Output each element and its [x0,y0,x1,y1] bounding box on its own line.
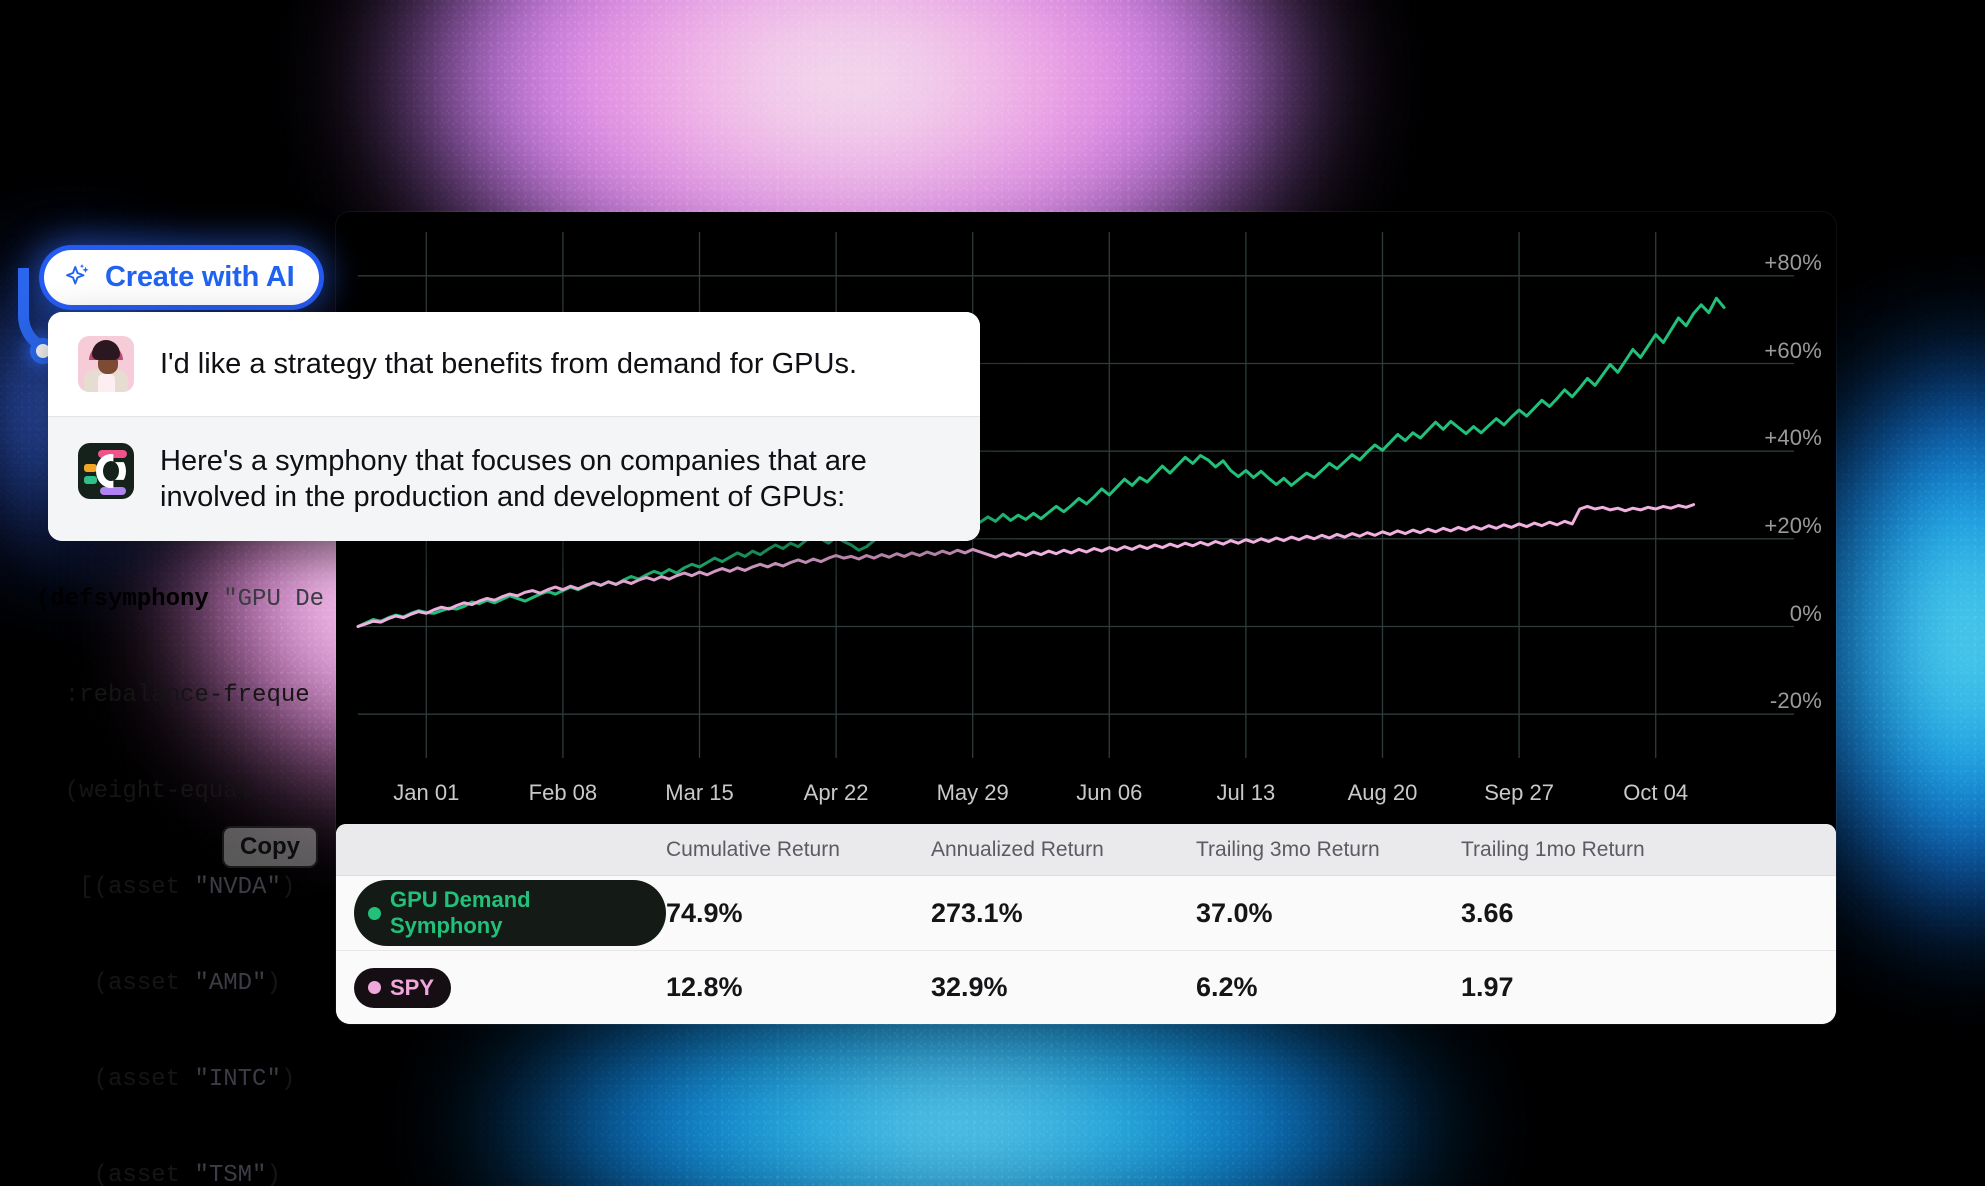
chat-message-assistant: Here's a symphony that focuses on compan… [48,416,980,541]
x-axis-tick-label: Feb 08 [528,780,598,805]
screenshot-stage: (defsymphony "GPU De :rebalance-freque (… [0,0,1985,1186]
y-axis-tick-label: +40% [1764,425,1822,451]
cell-annualized-return: 273.1% [931,897,1023,928]
assistant-message-text: Here's a symphony that focuses on compan… [160,445,867,513]
x-axis-tick-label: Aug 20 [1347,780,1418,805]
table-row[interactable]: SPY 12.8% 32.9% 6.2% 1.97 [336,950,1836,1024]
y-axis-tick-label: +80% [1764,249,1822,275]
column-header-trailing-1mo-return: Trailing 1mo Return [1461,837,1645,861]
user-message-text: I'd like a strategy that benefits from d… [160,348,858,380]
cell-trailing-3mo-return: 37.0% [1196,897,1273,928]
column-header-annualized-return: Annualized Return [931,837,1104,861]
series-badge-gpu-demand-symphony[interactable]: GPU Demand Symphony [354,880,666,946]
code-line: [(asset "NVDA") [36,874,296,901]
code-snippet: (defsymphony "GPU De :rebalance-freque (… [36,520,366,1186]
ai-chat-card: I'd like a strategy that benefits from d… [48,312,980,541]
sparkle-icon [66,263,89,284]
series-color-dot [368,906,381,920]
code-line: (asset "AMD") [36,970,281,997]
stats-table: Cumulative Return Annualized Return Trai… [336,824,1836,1024]
code-line: :rebalance-freque [36,682,310,709]
x-axis-tick-label: Jan 01 [393,780,460,805]
composer-logo-icon [78,443,134,499]
code-line: (defsymphony "GPU De [36,586,325,613]
column-header-cumulative-return: Cumulative Return [666,837,840,861]
cell-annualized-return: 32.9% [931,972,1008,1002]
series-name: GPU Demand Symphony [390,887,531,938]
user-avatar [78,336,134,392]
create-with-ai-button[interactable]: Create with AI [44,250,319,305]
cell-trailing-1mo-return: 3.66 [1461,897,1514,928]
x-axis-tick-label: Apr 22 [803,780,869,805]
cell-cumulative-return: 12.8% [666,972,743,1002]
x-axis-tick-label: Oct 04 [1623,780,1689,805]
y-axis-tick-label: 0% [1789,600,1822,626]
x-axis-tick-label: Jun 06 [1076,780,1143,805]
table-row[interactable]: GPU Demand Symphony 74.9% 273.1% 37.0% 3… [336,876,1836,950]
x-axis-labels: Jan 01 Feb 08 Mar 15 Apr 22 May 29 Jun 06 Jul … [336,776,1836,820]
x-axis-tick-label: Jul 13 [1216,780,1276,805]
y-axis-tick-label: -20% [1769,688,1822,714]
cell-trailing-3mo-return: 6.2% [1196,972,1258,1002]
code-line: (asset "INTC") [36,1066,296,1093]
code-line: (weight-equal [36,778,253,805]
row-label-cell: SPY [336,967,666,1008]
x-axis-tick-label: May 29 [936,780,1009,805]
copy-button[interactable]: Copy [222,826,318,868]
y-axis-tick-label: +60% [1764,337,1822,363]
x-axis-tick-label: Mar 15 [665,780,734,805]
series-name: SPY [390,974,435,1000]
series-color-dot [368,981,381,994]
y-axis-tick-label: +20% [1764,512,1822,538]
x-axis-tick-label: Sep 27 [1484,780,1554,805]
code-line: (asset "TSM") [36,1162,281,1186]
row-label-cell: GPU Demand Symphony [336,880,666,946]
cell-trailing-1mo-return: 1.97 [1461,972,1514,1002]
table-header-row: Cumulative Return Annualized Return Trai… [336,824,1836,876]
cell-cumulative-return: 74.9% [666,897,743,928]
series-badge-spy[interactable]: SPY [354,967,452,1008]
y-axis-labels: -20% 0% +20% +40% +60% +80% [1702,212,1822,772]
chat-message-user: I'd like a strategy that benefits from d… [48,312,980,416]
column-header-trailing-3mo-return: Trailing 3mo Return [1196,837,1380,861]
cta-label: Create with AI [105,261,295,293]
